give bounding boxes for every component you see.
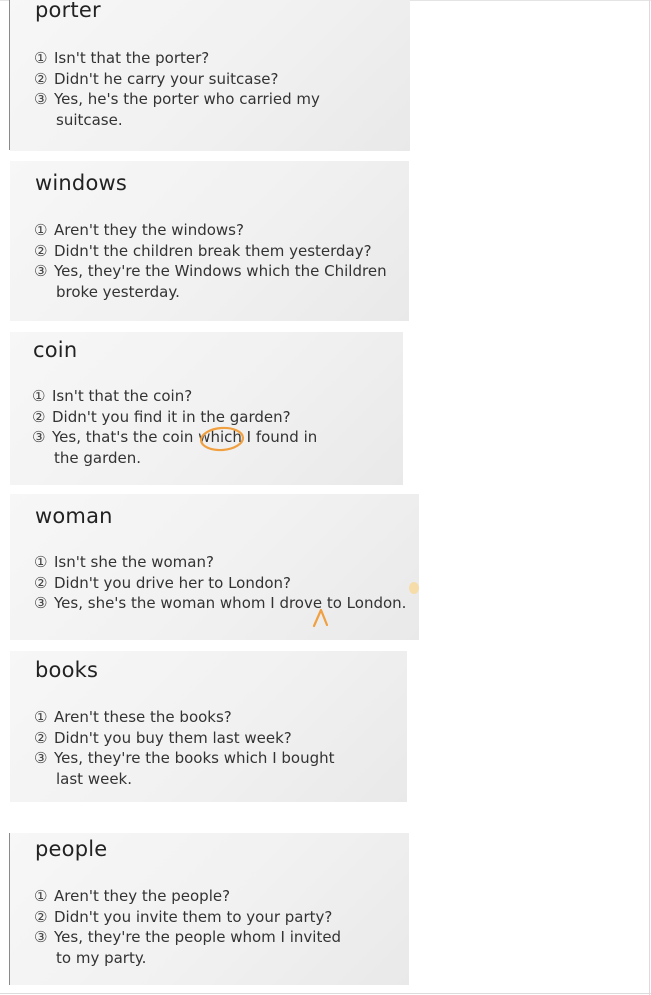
frame-bottom-border	[0, 993, 651, 994]
sentence-3: ③ Yes, he's the porter who carried my	[34, 90, 320, 109]
sentence-2: ② Didn't you find it in the garden?	[32, 407, 291, 426]
frame-right-border	[649, 0, 650, 995]
sentence-3: ③ Yes, that's the coin which I found in	[32, 428, 318, 447]
card-people: people ① Aren't they the people? ② Didn't …	[10, 833, 409, 985]
sentence-3: ③ Yes, they're the Windows which the Chil…	[34, 262, 387, 281]
sentence-3-continued: to my party.	[56, 948, 147, 967]
sentence-list: ① Isn't that the coin? ② Didn't you find i…	[32, 386, 317, 468]
card-porter: porter ① Isn't that the porter? ② Didn't h…	[10, 0, 410, 151]
card-title: woman	[35, 504, 113, 528]
left-edge-line	[9, 833, 10, 985]
sentence-1: ① Aren't these the books?	[34, 708, 232, 726]
card-books: books ① Aren't these the books? ② Didn't y…	[10, 651, 407, 802]
sentence-3-continued: the garden.	[54, 448, 142, 467]
card-title: coin	[33, 338, 78, 362]
sentence-2: ② Didn't you buy them last week?	[34, 728, 292, 747]
sentence-3: ③ Yes, they're the books which I bought	[34, 749, 335, 768]
sentence-1: ① Isn't that the porter?	[34, 49, 210, 67]
caret-annotation-icon	[312, 608, 329, 628]
sentence-list: ① Isn't that the porter? ② Didn't he carry…	[34, 48, 320, 130]
card-windows: windows ① Aren't they the windows? ② Didn'…	[10, 161, 409, 321]
sentence-2: ② Didn't you drive her to London?	[34, 573, 292, 592]
sentence-3: ③ Yes, they're the people whom I invited	[34, 928, 342, 947]
card-title: books	[35, 658, 99, 682]
sentence-list: ① Aren't they the windows? ② Didn't the ch…	[34, 220, 387, 302]
sentence-1: ① Isn't she the woman?	[34, 553, 214, 571]
highlight-mark	[409, 582, 419, 594]
card-coin: coin ① Isn't that the coin? ② Didn't you f…	[10, 332, 403, 485]
sentence-3-continued: last week.	[56, 769, 133, 788]
sentence-2: ② Didn't he carry your suitcase?	[34, 69, 279, 88]
card-title: people	[35, 837, 108, 861]
card-woman: woman ① Isn't she the woman? ② Didn't you …	[10, 494, 419, 640]
sentence-1: ① Isn't that the coin?	[32, 387, 193, 405]
sentence-list: ① Aren't these the books? ② Didn't you buy…	[34, 707, 335, 789]
card-title: porter	[35, 0, 101, 22]
sentence-list: ① Isn't she the woman? ② Didn't you drive …	[34, 552, 406, 614]
sentence-1: ① Aren't they the people?	[34, 887, 231, 905]
card-title: windows	[35, 171, 128, 195]
sentence-3-continued: suitcase.	[56, 110, 123, 129]
sentence-list: ① Aren't they the people? ② Didn't you inv…	[34, 886, 341, 968]
sentence-1: ① Aren't they the windows?	[34, 221, 244, 239]
sentence-3: ③ Yes, she's the woman whom I drove to Lo…	[34, 594, 407, 613]
left-edge-line	[9, 0, 10, 150]
circle-annotation-icon	[199, 426, 245, 452]
sentence-2: ② Didn't the children break them yesterda…	[34, 241, 372, 260]
sentence-3-continued: broke yesterday.	[56, 282, 180, 301]
sentence-2: ② Didn't you invite them to your party?	[34, 907, 333, 926]
